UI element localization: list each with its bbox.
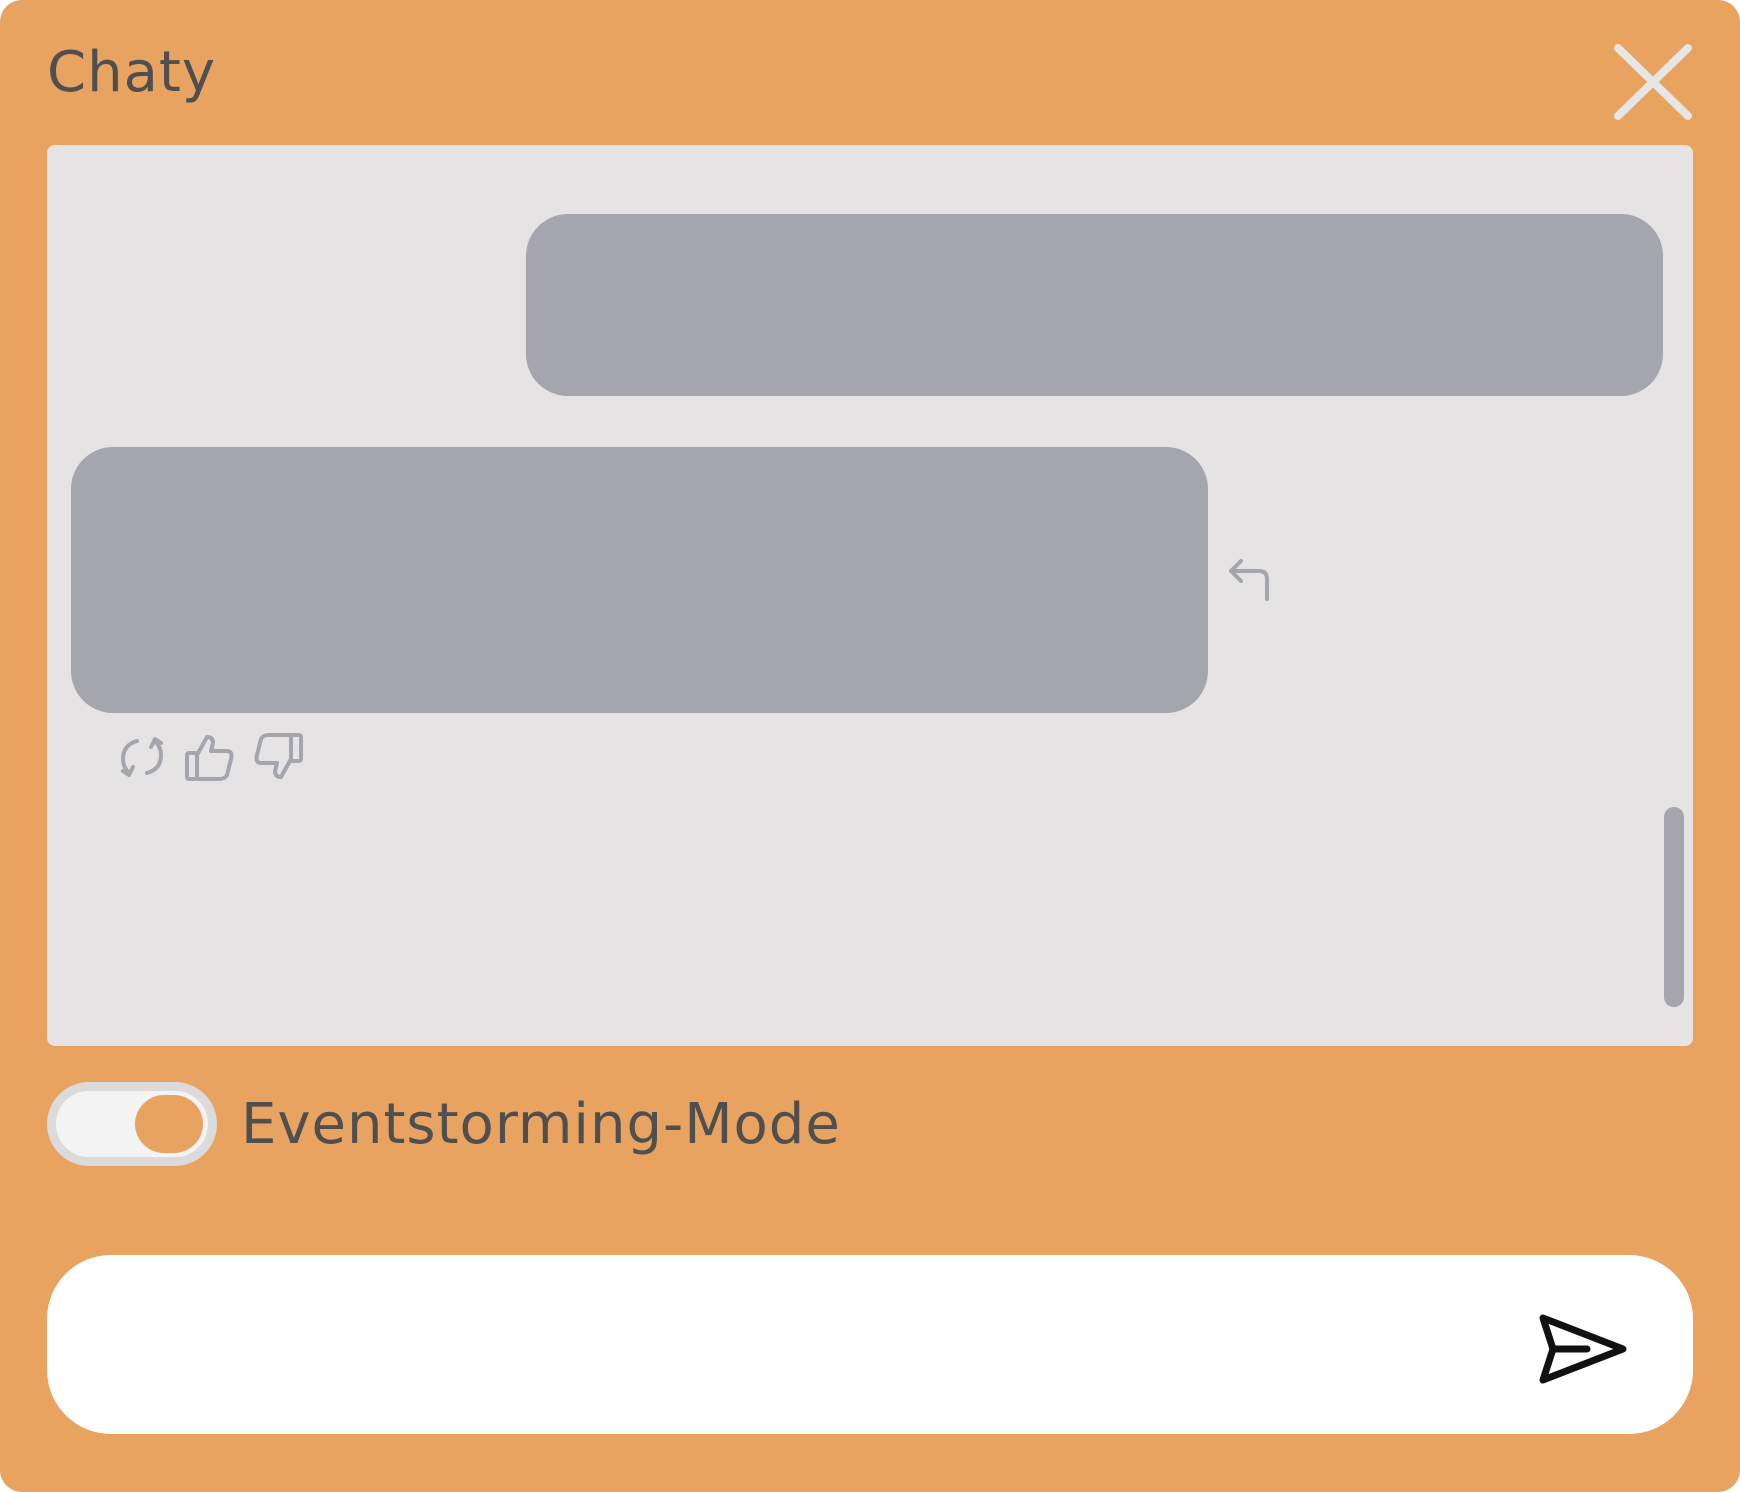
chat-scrollbar[interactable]: [1664, 807, 1684, 1007]
mode-toggle-row: Eventstorming-Mode: [47, 1082, 841, 1166]
chat-title: Chaty: [47, 40, 217, 105]
composer-bar: [47, 1255, 1693, 1434]
thumbs-down-icon: [254, 733, 303, 779]
reply-button[interactable]: [1225, 555, 1275, 605]
close-icon: [1614, 44, 1692, 120]
chat-panel: Chaty Eventstorming-Mode: [0, 0, 1740, 1492]
reply-arrow-icon: [1229, 559, 1269, 601]
user-message-bubble: [526, 214, 1663, 396]
send-button[interactable]: [1535, 1310, 1631, 1388]
chat-messages-area: [47, 145, 1693, 1046]
thumbs-up-icon: [185, 735, 234, 781]
toggle-knob: [135, 1095, 203, 1153]
message-input[interactable]: [97, 1285, 1497, 1405]
eventstorming-mode-toggle[interactable]: [47, 1082, 217, 1166]
like-button[interactable]: [183, 731, 237, 783]
regenerate-button[interactable]: [115, 731, 169, 783]
send-icon: [1539, 1314, 1627, 1384]
dislike-button[interactable]: [251, 731, 305, 783]
assistant-message-bubble: [71, 447, 1208, 713]
mode-toggle-label: Eventstorming-Mode: [241, 1091, 841, 1157]
message-actions: [115, 731, 305, 783]
close-button[interactable]: [1612, 44, 1694, 120]
regenerate-icon: [120, 737, 164, 777]
